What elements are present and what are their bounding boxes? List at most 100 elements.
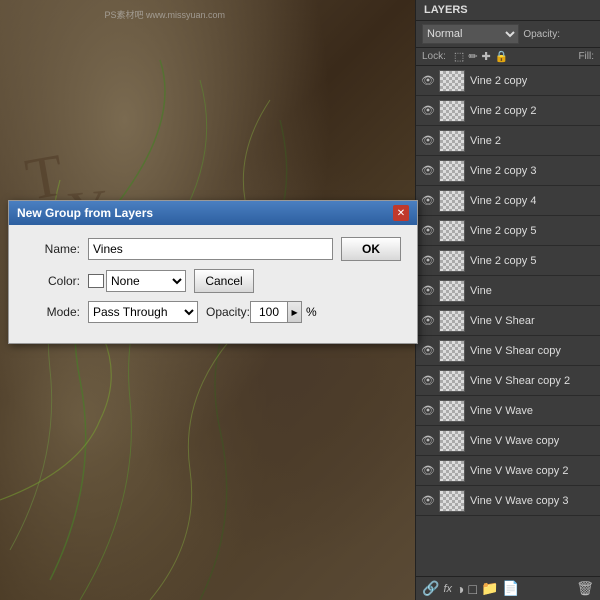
layer-item[interactable]: 👁 Vine 2 copy 5 — [416, 216, 600, 246]
color-row: Color: None Red Orange Yellow Green Blue… — [25, 269, 401, 293]
lock-position-icon[interactable]: ✚ — [482, 50, 491, 63]
layer-thumbnail — [439, 130, 465, 152]
layer-name: Vine 2 copy 4 — [470, 195, 536, 207]
layers-footer: 🔗 fx ◑ □ 📁 📄 🗑 — [416, 576, 600, 600]
eye-icon[interactable]: 👁 — [420, 493, 436, 509]
name-label: Name: — [25, 242, 80, 256]
layer-name: Vine V Wave — [470, 405, 533, 417]
panel-opacity-label: Opacity: — [523, 29, 560, 40]
layer-item[interactable]: 👁 Vine 2 copy — [416, 66, 600, 96]
layer-thumbnail — [439, 160, 465, 182]
layer-name: Vine V Shear — [470, 315, 535, 327]
dialog-body: Name: OK Color: None Red Orange Yellow G… — [9, 225, 417, 343]
link-icon[interactable]: 🔗 — [422, 580, 439, 597]
lock-brush-icon[interactable]: ✏ — [468, 50, 477, 63]
layer-item[interactable]: 👁 Vine V Wave copy — [416, 426, 600, 456]
layer-thumbnail — [439, 250, 465, 272]
eye-icon[interactable]: 👁 — [420, 373, 436, 389]
opacity-arrow[interactable]: ▶ — [288, 301, 302, 323]
mode-select[interactable]: Pass Through Normal Dissolve Multiply Sc… — [88, 301, 198, 323]
layer-item[interactable]: 👁 Vine V Shear copy 2 — [416, 366, 600, 396]
layer-name: Vine 2 copy 5 — [470, 225, 536, 237]
fx-icon[interactable]: fx — [443, 583, 452, 595]
opacity-unit: % — [306, 305, 317, 319]
lock-all-icon[interactable]: 🔒 — [495, 50, 509, 63]
layer-thumbnail — [439, 220, 465, 242]
eye-icon[interactable]: 👁 — [420, 133, 436, 149]
layer-name: Vine V Wave copy 2 — [470, 465, 568, 477]
layer-thumbnail — [439, 340, 465, 362]
new-group-icon[interactable]: 📁 — [481, 580, 498, 597]
layer-name: Vine V Wave copy — [470, 435, 559, 447]
layer-name: Vine V Shear copy 2 — [470, 375, 570, 387]
eye-icon[interactable]: 👁 — [420, 313, 436, 329]
layer-name: Vine 2 — [470, 135, 501, 147]
layer-thumbnail — [439, 310, 465, 332]
color-swatch — [88, 274, 104, 288]
blend-mode-select[interactable]: Normal Dissolve Multiply Screen Overlay — [422, 24, 519, 44]
layer-thumbnail — [439, 490, 465, 512]
dialog-title: New Group from Layers — [17, 206, 153, 220]
layer-name: Vine — [470, 285, 492, 297]
eye-icon[interactable]: 👁 — [420, 433, 436, 449]
mode-row: Mode: Pass Through Normal Dissolve Multi… — [25, 301, 401, 323]
layer-item[interactable]: 👁 Vine — [416, 276, 600, 306]
layers-list: 👁 Vine 2 copy 👁 Vine 2 copy 2 👁 Vine 2 👁… — [416, 66, 600, 576]
layer-item[interactable]: 👁 Vine 2 copy 2 — [416, 96, 600, 126]
opacity-input[interactable] — [250, 301, 288, 323]
layer-thumbnail — [439, 460, 465, 482]
layer-thumbnail — [439, 280, 465, 302]
layer-name: Vine 2 copy 3 — [470, 165, 536, 177]
new-group-dialog: New Group from Layers ✕ Name: OK Color: … — [8, 200, 418, 344]
eye-icon[interactable]: 👁 — [420, 103, 436, 119]
eye-icon[interactable]: 👁 — [420, 403, 436, 419]
layer-item[interactable]: 👁 Vine V Wave copy 3 — [416, 486, 600, 516]
layer-item[interactable]: 👁 Vine V Shear copy — [416, 336, 600, 366]
layers-panel-header: LAYERS — [416, 0, 600, 21]
eye-icon[interactable]: 👁 — [420, 253, 436, 269]
name-row: Name: OK — [25, 237, 401, 261]
lock-transparent-icon[interactable]: ⬚ — [454, 50, 464, 63]
layer-item[interactable]: 👁 Vine 2 — [416, 126, 600, 156]
eye-icon[interactable]: 👁 — [420, 283, 436, 299]
layer-name: Vine 2 copy — [470, 75, 527, 87]
layer-thumbnail — [439, 430, 465, 452]
layer-name: Vine V Wave copy 3 — [470, 495, 568, 507]
layers-panel: LAYERS Normal Dissolve Multiply Screen O… — [415, 0, 600, 600]
dialog-titlebar: New Group from Layers ✕ — [9, 201, 417, 225]
eye-icon[interactable]: 👁 — [420, 163, 436, 179]
layer-item[interactable]: 👁 Vine V Shear — [416, 306, 600, 336]
cancel-button[interactable]: Cancel — [194, 269, 254, 293]
adjustment-icon[interactable]: ◑ — [456, 581, 464, 597]
layer-item[interactable]: 👁 Vine 2 copy 4 — [416, 186, 600, 216]
color-select[interactable]: None Red Orange Yellow Green Blue Violet… — [106, 270, 186, 292]
eye-icon[interactable]: 👁 — [420, 463, 436, 479]
mask-icon[interactable]: □ — [468, 581, 476, 597]
layer-thumbnail — [439, 70, 465, 92]
new-layer-icon[interactable]: 📄 — [502, 580, 519, 597]
layer-thumbnail — [439, 400, 465, 422]
eye-icon[interactable]: 👁 — [420, 73, 436, 89]
layer-item[interactable]: 👁 Vine 2 copy 5 — [416, 246, 600, 276]
trash-icon[interactable]: 🗑 — [576, 580, 594, 597]
color-label: Color: — [25, 274, 80, 288]
eye-icon[interactable]: 👁 — [420, 223, 436, 239]
dialog-close-button[interactable]: ✕ — [393, 205, 409, 221]
watermark: PS素材吧 www.missyuan.com — [104, 8, 225, 21]
mode-label: Mode: — [25, 305, 80, 319]
layer-name: Vine V Shear copy — [470, 345, 561, 357]
layer-name: Vine 2 copy 2 — [470, 105, 536, 117]
lock-row: Lock: ⬚ ✏ ✚ 🔒 Fill: — [416, 48, 600, 66]
fill-label: Fill: — [578, 51, 594, 62]
layer-name: Vine 2 copy 5 — [470, 255, 536, 267]
layer-thumbnail — [439, 370, 465, 392]
layer-item[interactable]: 👁 Vine 2 copy 3 — [416, 156, 600, 186]
layer-item[interactable]: 👁 Vine V Wave — [416, 396, 600, 426]
layer-thumbnail — [439, 100, 465, 122]
eye-icon[interactable]: 👁 — [420, 343, 436, 359]
ok-button[interactable]: OK — [341, 237, 401, 261]
name-input[interactable] — [88, 238, 333, 260]
opacity-label: Opacity: — [206, 305, 250, 319]
eye-icon[interactable]: 👁 — [420, 193, 436, 209]
layer-item[interactable]: 👁 Vine V Wave copy 2 — [416, 456, 600, 486]
